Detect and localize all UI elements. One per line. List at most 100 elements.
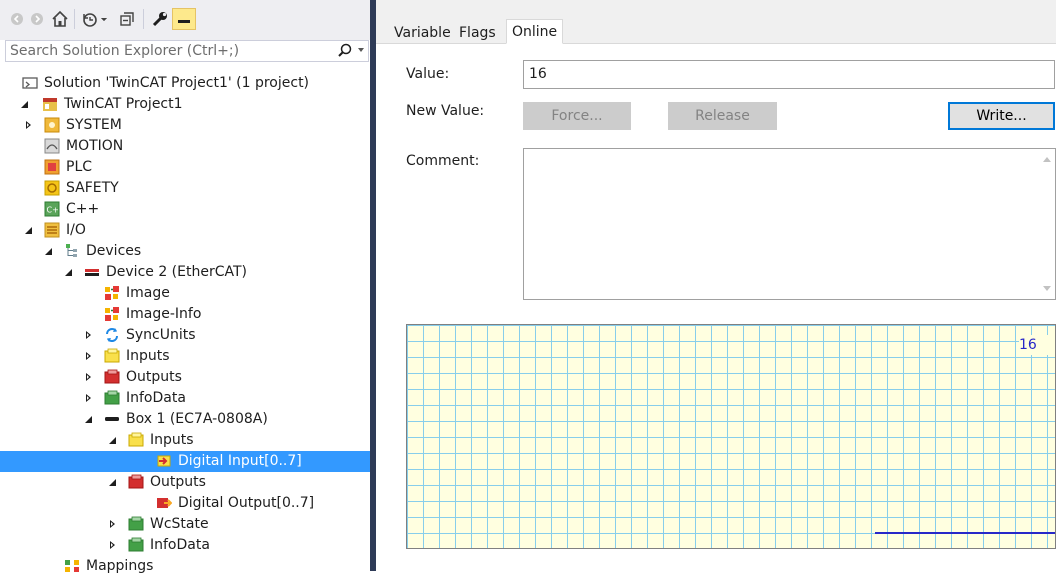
expand-arrow-icon[interactable] xyxy=(24,119,34,131)
tree-item[interactable]: Outputs xyxy=(0,367,370,388)
collapse-arrow-icon[interactable] xyxy=(84,413,94,425)
home-icon[interactable] xyxy=(50,8,70,30)
search-icon[interactable] xyxy=(337,43,353,59)
comment-scrollbar[interactable] xyxy=(1038,149,1055,299)
tree-item-label: InfoData xyxy=(126,390,186,406)
tree-item[interactable]: Outputs xyxy=(0,472,370,493)
value-field[interactable]: 16 xyxy=(523,60,1055,89)
outputs-folder-icon xyxy=(128,474,144,490)
tab-variable[interactable]: Variable xyxy=(392,22,453,44)
tree-item[interactable]: SAFETY xyxy=(0,178,370,199)
tree-item[interactable]: TwinCAT Project1 xyxy=(0,94,370,115)
back-icon[interactable] xyxy=(8,8,26,30)
tree-item[interactable]: Digital Output[0..7] xyxy=(0,493,370,514)
system-icon xyxy=(44,117,60,133)
twincat-project-icon xyxy=(42,96,58,112)
tree-item[interactable]: MOTION xyxy=(0,136,370,157)
scope-trace-layer xyxy=(875,532,1055,534)
tree-item-label: WcState xyxy=(150,516,209,532)
tree-item-label: SyncUnits xyxy=(126,327,196,343)
toolbar-separator xyxy=(74,9,75,29)
search-options-dropdown-icon[interactable] xyxy=(358,48,364,52)
tree-item-label: Image-Info xyxy=(126,306,202,322)
tree-item[interactable]: Solution 'TwinCAT Project1' (1 project) xyxy=(0,73,370,94)
tree-item[interactable]: InfoData xyxy=(0,388,370,409)
history-icon[interactable] xyxy=(80,8,112,30)
infodata-folder-icon xyxy=(104,390,120,406)
inputs-folder-icon xyxy=(104,348,120,364)
tree-item[interactable]: SyncUnits xyxy=(0,325,370,346)
collapse-arrow-icon[interactable] xyxy=(44,245,54,257)
value-label: Value: xyxy=(406,66,450,82)
expand-arrow-icon[interactable] xyxy=(84,371,94,383)
tree-item-label: Devices xyxy=(86,243,142,259)
tree-item-label: Inputs xyxy=(150,432,194,448)
collapse-arrow-icon[interactable] xyxy=(108,476,118,488)
tree-item[interactable]: SYSTEM xyxy=(0,115,370,136)
syncunits-icon xyxy=(104,327,120,343)
tree-item-label: I/O xyxy=(66,222,86,238)
force-button[interactable]: Force... xyxy=(523,102,631,130)
tree-item-label: Outputs xyxy=(150,474,206,490)
outputs-folder-icon xyxy=(104,369,120,385)
release-button[interactable]: Release xyxy=(668,102,777,130)
tree-item-label: TwinCAT Project1 xyxy=(64,96,183,112)
tree-item[interactable]: InfoData xyxy=(0,535,370,556)
image-info-icon xyxy=(104,306,120,322)
tree-item-label: Image xyxy=(126,285,170,301)
tree-item-label: SYSTEM xyxy=(66,117,122,133)
comment-field[interactable] xyxy=(523,148,1056,300)
tree-item-label: Digital Output[0..7] xyxy=(178,495,315,511)
collapse-arrow-icon[interactable] xyxy=(64,266,74,278)
new-value-label: New Value: xyxy=(406,103,485,119)
scope-current-value: 16 xyxy=(1019,335,1055,355)
comment-label: Comment: xyxy=(406,153,480,169)
tree-item[interactable]: Devices xyxy=(0,241,370,262)
explorer-toolbar xyxy=(0,0,370,40)
search-box[interactable] xyxy=(5,40,369,62)
inputs-folder-icon xyxy=(128,432,144,448)
safety-icon xyxy=(44,180,60,196)
solution-icon xyxy=(22,75,38,91)
write-button[interactable]: Write... xyxy=(948,102,1055,130)
image-icon xyxy=(104,285,120,301)
expand-arrow-icon[interactable] xyxy=(84,350,94,362)
tree-item[interactable]: Inputs xyxy=(0,346,370,367)
preview-icon[interactable] xyxy=(172,8,196,30)
tab-online[interactable]: Online xyxy=(506,19,564,44)
collapse-arrow-icon[interactable] xyxy=(24,224,34,236)
tree-item[interactable]: Image xyxy=(0,283,370,304)
tree-item[interactable]: Inputs xyxy=(0,430,370,451)
expand-arrow-icon[interactable] xyxy=(108,518,118,530)
tree-item[interactable]: Image-Info xyxy=(0,304,370,325)
scroll-down-icon[interactable] xyxy=(1043,286,1051,291)
expand-arrow-icon[interactable] xyxy=(108,539,118,551)
tree-item[interactable]: Box 1 (EC7A-0808A) xyxy=(0,409,370,430)
tree-item[interactable]: Device 2 (EtherCAT) xyxy=(0,262,370,283)
io-icon xyxy=(44,222,60,238)
tree-item[interactable]: C+ C++ xyxy=(0,199,370,220)
expand-arrow-icon[interactable] xyxy=(84,329,94,341)
search-input[interactable] xyxy=(6,41,330,61)
tree-item[interactable]: WcState xyxy=(0,514,370,535)
tree-item-label: Device 2 (EtherCAT) xyxy=(106,264,248,280)
tree-item[interactable]: Digital Input[0..7] xyxy=(0,451,370,472)
tab-strip: Variable Flags Online xyxy=(376,0,1056,44)
collapse-arrow-icon[interactable] xyxy=(20,98,30,110)
scroll-up-icon[interactable] xyxy=(1043,157,1051,162)
expand-arrow-icon[interactable] xyxy=(84,392,94,404)
tree-item[interactable]: Mappings xyxy=(0,556,370,577)
forward-icon[interactable] xyxy=(28,8,46,30)
tree-item[interactable]: PLC xyxy=(0,157,370,178)
tab-flags[interactable]: Flags xyxy=(457,22,498,44)
ethercat-device-icon xyxy=(84,264,100,280)
tree-item[interactable]: I/O xyxy=(0,220,370,241)
properties-wrench-icon[interactable] xyxy=(150,8,170,30)
collapse-arrow-icon[interactable] xyxy=(108,434,118,446)
box-icon xyxy=(104,411,120,427)
solution-explorer: Solution 'TwinCAT Project1' (1 project) T… xyxy=(0,0,370,574)
tree-item-label: Digital Input[0..7] xyxy=(178,453,302,469)
infodata-folder-icon xyxy=(128,516,144,532)
tree-item-label: Outputs xyxy=(126,369,182,385)
collapse-all-icon[interactable] xyxy=(116,8,138,30)
